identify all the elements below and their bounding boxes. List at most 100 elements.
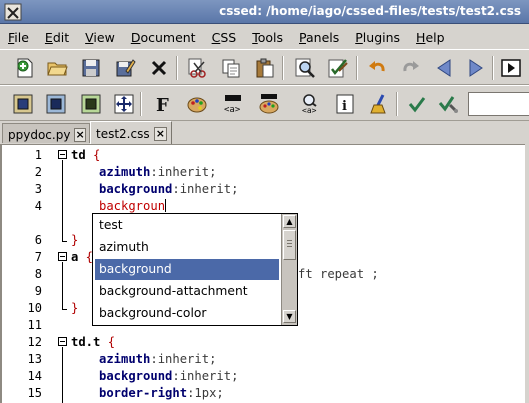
search-tag-icon[interactable]: <a>: [298, 91, 324, 117]
toolbar-separator: [140, 92, 142, 116]
line-number: 14: [27, 369, 42, 383]
check-icon[interactable]: [404, 91, 430, 117]
autocomplete-scrollbar[interactable]: ▲ ▼: [281, 214, 297, 325]
copy-icon[interactable]: [218, 55, 244, 81]
open-folder-icon[interactable]: [44, 55, 70, 81]
replace-icon[interactable]: [325, 55, 351, 81]
line-number: 4: [34, 199, 42, 213]
code-line: background:inherit;: [99, 182, 239, 196]
line-number: 9: [34, 284, 42, 298]
menu-view[interactable]: View: [77, 30, 123, 45]
line-number: 2: [34, 165, 42, 179]
scroll-down-icon[interactable]: ▼: [283, 310, 296, 323]
move-icon[interactable]: [111, 91, 137, 117]
tab-label: test2.css: [96, 127, 150, 141]
undo-icon[interactable]: [364, 55, 390, 81]
menu-document[interactable]: Document: [123, 30, 204, 45]
autocomplete-item[interactable]: azimuth: [95, 237, 279, 258]
info-icon[interactable]: i: [332, 91, 358, 117]
line-number: 11: [27, 318, 42, 332]
autocomplete-item[interactable]: background-color: [95, 303, 279, 324]
color-palette-icon[interactable]: [184, 91, 210, 117]
code-line: backgroun: [99, 199, 167, 213]
line-number: 6: [34, 233, 42, 247]
window-title: cssed: /home/iago/cssed-files/tests/test…: [219, 4, 521, 18]
fold-end: [62, 241, 67, 242]
svg-text:<a>: <a>: [302, 106, 317, 115]
main-toolbar: [0, 49, 529, 85]
autocomplete-item[interactable]: background-attachment: [95, 281, 279, 302]
toolbar-separator: [396, 92, 398, 116]
code-line: }: [71, 233, 79, 247]
new-file-icon[interactable]: [12, 55, 38, 81]
fold-line: [62, 160, 63, 241]
next-icon[interactable]: [462, 55, 488, 81]
toolbar-separator: [356, 56, 358, 80]
color-palette-icon[interactable]: [256, 91, 282, 117]
border-box-icon[interactable]: [10, 91, 36, 117]
menu-bar: File Edit View Document CSS Tools Panels…: [0, 25, 529, 49]
code-line: background:inherit;: [99, 369, 239, 383]
menu-help[interactable]: Help: [408, 30, 453, 45]
tab-close-icon[interactable]: ×: [74, 127, 86, 142]
line-number: 12: [27, 335, 42, 349]
previous-icon[interactable]: [432, 55, 458, 81]
search-icon[interactable]: [292, 55, 318, 81]
css-toolbar: F <a> <a> i: [0, 85, 529, 121]
redo-icon[interactable]: [398, 55, 424, 81]
tab-label: ppydoc.py: [8, 127, 71, 142]
toolbar-separator: [176, 56, 178, 80]
save-as-icon[interactable]: [112, 55, 138, 81]
code-line: azimuth:inherit;: [99, 352, 217, 366]
code-line: td {: [71, 148, 101, 162]
line-number: 7: [34, 250, 42, 264]
tab-ppydoc[interactable]: ppydoc.py ×: [2, 123, 90, 143]
code-line: }: [71, 301, 79, 315]
line-number: 1: [34, 148, 42, 162]
toolbar-separator: [492, 56, 494, 80]
fold-line: [62, 262, 63, 309]
menu-file[interactable]: File: [0, 30, 37, 45]
menu-css[interactable]: CSS: [204, 30, 245, 45]
autocomplete-item-selected[interactable]: background: [95, 259, 279, 280]
fold-toggle[interactable]: [58, 150, 67, 159]
text-caret: [165, 199, 167, 212]
line-number: 10: [27, 301, 42, 315]
code-line: border-right:1px;: [99, 386, 224, 400]
broom-icon[interactable]: [366, 91, 392, 117]
menu-plugins[interactable]: Plugins: [347, 30, 408, 45]
line-number-gutter: 1 2 3 4 6 7 8 9 10 11 12 13 14 15: [2, 145, 54, 403]
code-line: td.t {: [71, 335, 116, 349]
fold-toggle[interactable]: [58, 252, 67, 261]
line-number: 15: [27, 386, 42, 400]
svg-text:F: F: [156, 95, 169, 115]
tag-a-icon[interactable]: <a>: [220, 91, 246, 117]
line-number: 3: [34, 182, 42, 196]
close-icon[interactable]: [146, 55, 172, 81]
cut-icon[interactable]: [184, 55, 210, 81]
tab-test2[interactable]: test2.css ×: [90, 121, 172, 144]
border-box-icon[interactable]: [78, 91, 104, 117]
title-bar: cssed: /home/iago/cssed-files/tests/test…: [0, 0, 529, 24]
menu-panels[interactable]: Panels: [291, 30, 347, 45]
code-line: azimuth:inherit;: [99, 165, 217, 179]
toolbar-separator: [282, 56, 284, 80]
fold-toggle[interactable]: [58, 337, 67, 346]
font-icon[interactable]: F: [150, 91, 176, 117]
autocomplete-item[interactable]: test: [95, 215, 279, 236]
save-icon[interactable]: [78, 55, 104, 81]
svg-text:i: i: [342, 99, 347, 114]
toolbar-input[interactable]: [468, 92, 529, 116]
document-tabs: ppydoc.py × test2.css ×: [0, 121, 529, 144]
validate-icon[interactable]: [436, 91, 462, 117]
paste-icon[interactable]: [252, 55, 278, 81]
fold-end: [62, 309, 67, 310]
play-icon[interactable]: [498, 55, 524, 81]
menu-edit[interactable]: Edit: [37, 30, 77, 45]
scroll-up-icon[interactable]: ▲: [283, 215, 296, 228]
tab-close-icon[interactable]: ×: [153, 127, 167, 141]
border-box-icon[interactable]: [43, 91, 69, 117]
autocomplete-list: test azimuth background background-attac…: [93, 214, 281, 325]
menu-tools[interactable]: Tools: [244, 30, 291, 45]
scroll-thumb[interactable]: [283, 230, 296, 260]
